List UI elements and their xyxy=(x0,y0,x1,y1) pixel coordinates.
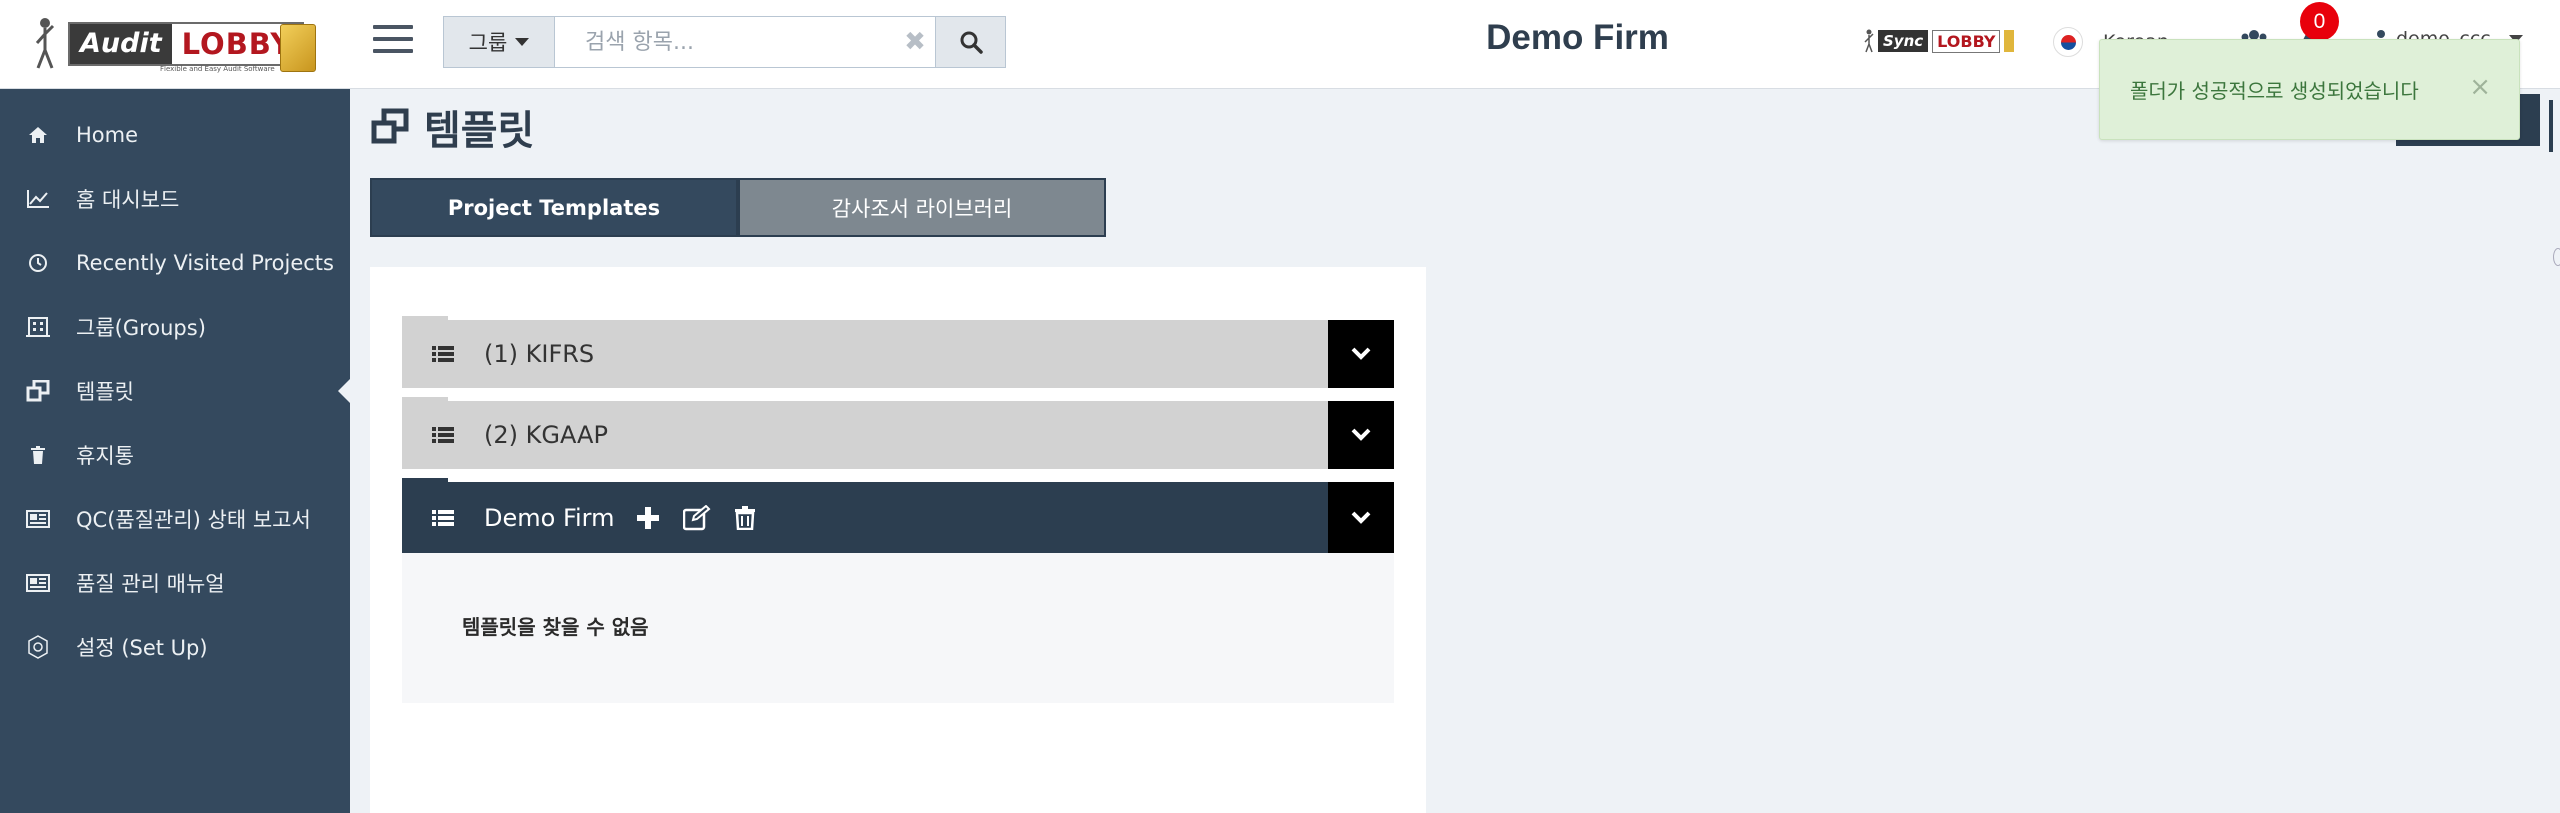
folder-row-kifrs[interactable]: (1) KIFRS xyxy=(402,316,1394,388)
home-icon xyxy=(29,127,47,143)
sidebar-item-label: 품질 관리 매뉴얼 xyxy=(76,572,225,596)
folder-row-kgaap[interactable]: (2) KGAAP xyxy=(402,397,1394,469)
sidebar-item-label: Home xyxy=(76,123,139,147)
chevron-down-icon xyxy=(1351,511,1371,524)
firm-title: Demo Firm xyxy=(1486,18,1669,57)
settings-icon xyxy=(28,635,48,659)
sidebar-item-templates[interactable]: 템플릿 xyxy=(0,363,350,419)
sync-figure-icon xyxy=(1864,29,1874,53)
logo-tagline: Flexible and Easy Audit Software xyxy=(160,65,275,73)
sync-lobby-logo[interactable]: Sync LOBBY xyxy=(1864,26,2016,56)
newspaper-icon xyxy=(26,510,50,528)
search-input[interactable] xyxy=(555,17,895,67)
expand-toggle-button[interactable] xyxy=(1328,401,1394,469)
tab-project-templates[interactable]: Project Templates xyxy=(370,178,738,237)
delete-folder-trash-icon[interactable] xyxy=(734,506,755,530)
sidebar-item-label: 템플릿 xyxy=(76,380,134,404)
folder-label: Demo Firm xyxy=(484,504,615,532)
sync-folder-icon xyxy=(2004,30,2015,52)
folder-actions xyxy=(636,505,755,531)
sidebar-item-dashboard[interactable]: 홈 대시보드 xyxy=(0,171,350,227)
search-button[interactable] xyxy=(935,17,1005,67)
menu-toggle-icon[interactable] xyxy=(373,20,413,58)
page-title: 템플릿 xyxy=(424,108,535,154)
tab-workpaper-library[interactable]: 감사조서 라이브러리 xyxy=(738,178,1106,237)
sidebar-item-groups[interactable]: 그룹(Groups) xyxy=(0,299,350,355)
list-icon xyxy=(432,510,454,526)
list-icon xyxy=(432,427,454,443)
toast-message: 폴더가 성공적으로 생성되었습니다 xyxy=(2130,79,2419,103)
search-bar: 그룹 ✖ xyxy=(443,16,1006,68)
sidebar-item-qc-report[interactable]: QC(품질관리) 상태 보고서 xyxy=(0,491,350,547)
clone-icon xyxy=(371,108,409,144)
korea-flag-icon xyxy=(2053,27,2083,57)
folder-tab-notch xyxy=(402,478,448,484)
add-template-plus-icon[interactable] xyxy=(636,507,659,529)
chevron-down-icon xyxy=(1351,347,1371,360)
sync-text: Sync xyxy=(1878,30,1929,52)
sidebar-item-trash[interactable]: 휴지통 xyxy=(0,427,350,483)
caret-down-icon xyxy=(515,38,530,46)
logo-figure-icon xyxy=(35,18,55,69)
sidebar-item-label: 홈 대시보드 xyxy=(76,188,180,212)
clear-search-icon[interactable]: ✖ xyxy=(895,17,935,67)
header-edge-bar xyxy=(2549,100,2553,152)
close-icon[interactable]: × xyxy=(2469,72,2491,102)
sidebar-item-qc-manual[interactable]: 품질 관리 매뉴얼 xyxy=(0,555,350,611)
collapse-toggle-button[interactable] xyxy=(1328,482,1394,554)
audit-lobby-logo[interactable]: Audit LOBBY Flexible and Easy Audit Soft… xyxy=(30,14,320,76)
empty-templates-message: 템플릿을 찾을 수 없음 xyxy=(462,615,649,639)
scroll-edge-indicator xyxy=(2553,248,2560,266)
folder-content-demo-firm: 템플릿을 찾을 수 없음 xyxy=(402,553,1394,703)
folder-label: (1) KIFRS xyxy=(484,340,595,368)
logo-folder-icon xyxy=(280,24,316,72)
chevron-down-icon xyxy=(1351,428,1371,441)
folder-tab-notch xyxy=(402,316,448,322)
search-scope-label: 그룹 xyxy=(468,31,508,55)
newspaper-icon xyxy=(26,574,50,592)
logo-text-audit: Audit xyxy=(70,24,172,64)
template-tabs: Project Templates 감사조서 라이브러리 xyxy=(370,178,1106,237)
search-scope-select[interactable]: 그룹 xyxy=(444,17,555,67)
sidebar-item-home[interactable]: Home xyxy=(0,107,350,163)
folder-row-demo-firm[interactable]: Demo Firm xyxy=(402,478,1394,554)
edit-folder-icon[interactable] xyxy=(682,505,711,531)
folder-tab-notch xyxy=(402,397,448,403)
sidebar-item-label: 그룹(Groups) xyxy=(76,316,206,340)
sync-lobby-text: LOBBY xyxy=(1932,29,2001,53)
folder-label: (2) KGAAP xyxy=(484,421,608,449)
expand-toggle-button[interactable] xyxy=(1328,320,1394,388)
list-icon xyxy=(432,346,454,362)
sidebar-item-setup[interactable]: 설정 (Set Up) xyxy=(0,619,350,675)
clock-icon xyxy=(29,254,47,272)
trash-icon xyxy=(31,446,45,464)
success-toast: 폴더가 성공적으로 생성되었습니다 × xyxy=(2099,39,2520,140)
notification-badge[interactable]: 0 xyxy=(2300,2,2339,41)
search-icon xyxy=(960,31,983,54)
clone-icon xyxy=(26,380,50,402)
page-header: 템플릿 xyxy=(370,98,534,156)
building-icon xyxy=(26,317,50,337)
chart-line-icon xyxy=(27,190,49,208)
sidebar-item-label: 휴지통 xyxy=(76,444,134,468)
sidebar-item-recent-projects[interactable]: Recently Visited Projects xyxy=(0,235,350,291)
sidebar: Home 홈 대시보드 Recently Visited Projects 그룹… xyxy=(0,89,350,813)
logo-wordmark: Audit LOBBY xyxy=(68,22,304,66)
sidebar-item-label: 설정 (Set Up) xyxy=(76,636,208,660)
sidebar-item-label: QC(품질관리) 상태 보고서 xyxy=(76,508,311,532)
sidebar-item-label: Recently Visited Projects xyxy=(76,251,334,275)
